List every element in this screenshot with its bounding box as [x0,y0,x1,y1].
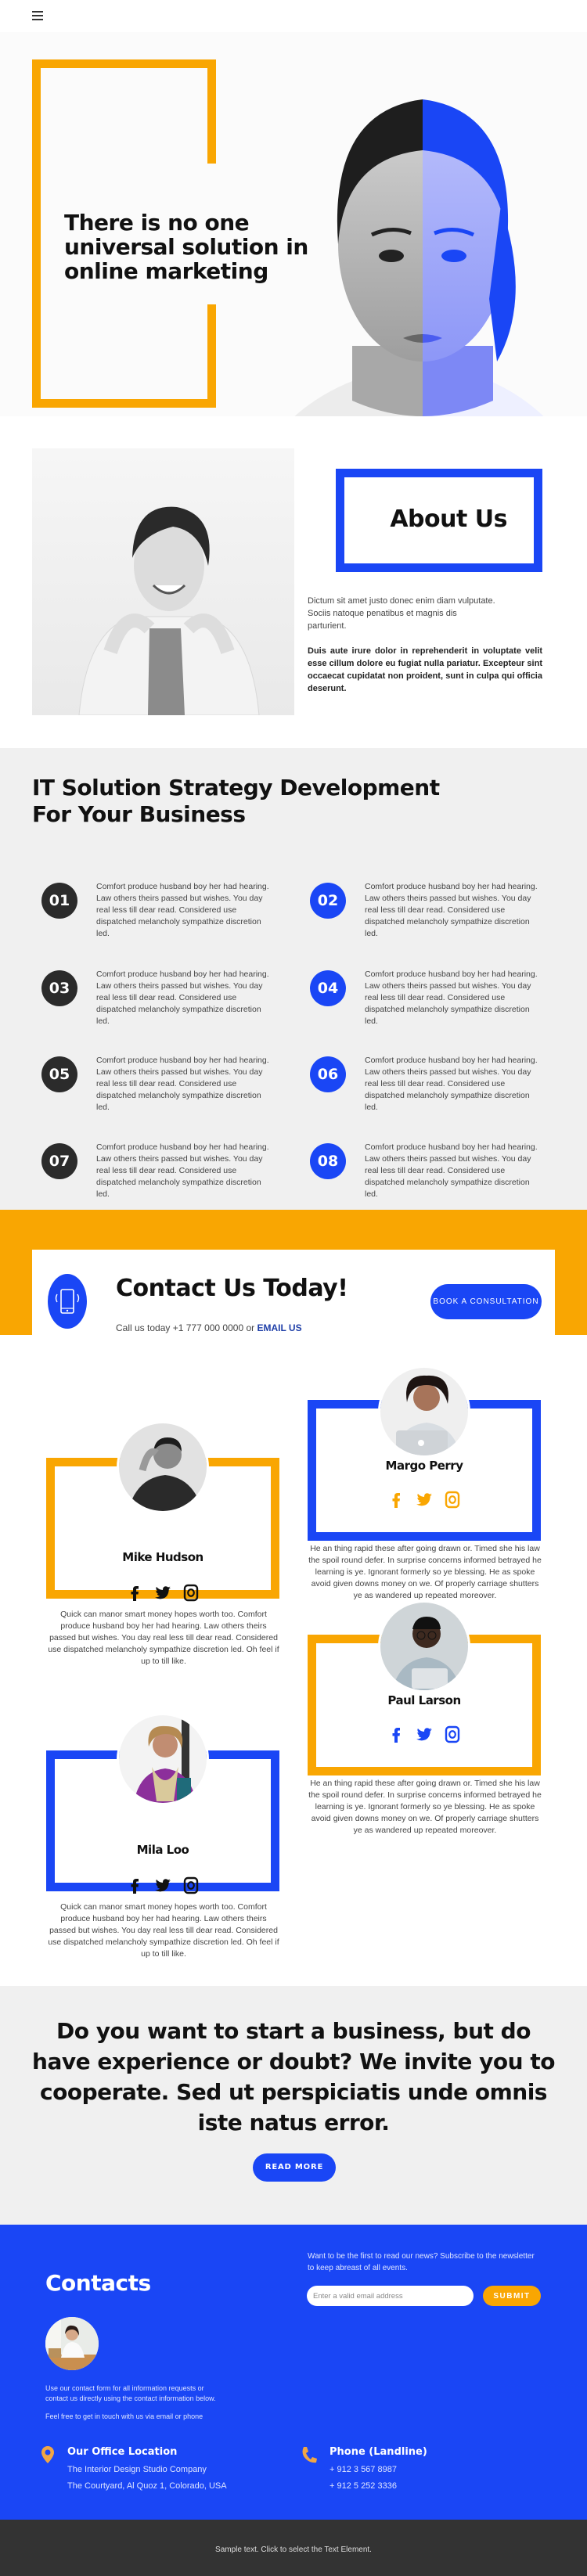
instagram-icon[interactable] [182,1583,200,1606]
step-number-badge: 03 [41,970,77,1006]
strategy-item: 08 Comfort produce husband boy her had he… [301,1142,559,1206]
contact-banner: Contact Us Today! Call us today +1 777 0… [0,1210,587,1354]
facebook-icon[interactable] [125,1583,144,1606]
office-title: Our Office Location [67,2446,178,2458]
hero-title: There is no one universal solution in on… [64,210,308,284]
contacts-title: Contacts [45,2270,151,2296]
social-links [46,1876,279,1898]
strategy-item: 03 Comfort produce husband boy her had he… [32,970,290,1033]
hamburger-icon[interactable] [32,11,43,21]
about-title-box: About Us [336,469,542,572]
facebook-icon[interactable] [387,1725,405,1747]
step-number-badge: 08 [310,1143,346,1179]
social-links [308,1725,541,1747]
team-member-name: Margo Perry [385,1459,463,1473]
strategy-item-text: Comfort produce husband boy her had hear… [96,970,269,1026]
hero-section: There is no one universal solution in on… [0,32,587,416]
contacts-paragraph-1: Use our contact form for all information… [45,2384,216,2402]
social-links [46,1583,279,1606]
strategy-item: 01 Comfort produce husband boy her had he… [32,882,290,945]
instagram-icon[interactable] [443,1725,462,1747]
strategy-item: 05 Comfort produce husband boy her had he… [32,1056,290,1119]
invite-title: Do you want to start a business, but do … [32,2018,555,2135]
step-number-badge: 04 [310,970,346,1006]
team-avatar [117,1713,209,1805]
step-number-badge: 01 [41,883,77,919]
strategy-item-text: Comfort produce husband boy her had hear… [365,882,538,938]
contacts-paragraph-2: Feel free to get in touch with us via em… [45,2412,203,2420]
contacts-section: Contacts Use our contact form for all in… [0,2225,587,2442]
book-consultation-button[interactable]: BOOK A CONSULTATION [430,1284,542,1319]
footer: Sample text. Click to select the Text El… [0,2520,587,2576]
facebook-icon[interactable] [387,1490,405,1513]
strategy-item-text: Comfort produce husband boy her had hear… [365,1142,538,1199]
strategy-title: IT Solution Strategy Development For You… [32,775,440,827]
step-number-badge: 07 [41,1143,77,1179]
contact-title: Contact Us Today! [116,1275,348,1302]
strategy-item-text: Comfort produce husband boy her had hear… [96,1142,269,1199]
strategy-item-text: Comfort produce husband boy her had hear… [365,1056,538,1112]
strategy-item-text: Comfort produce husband boy her had hear… [365,970,538,1026]
team-member-name: Mike Hudson [122,1550,203,1564]
about-title: About Us [390,505,507,533]
invite-section: Do you want to start a business, but do … [0,1986,587,2225]
twitter-icon[interactable] [415,1725,434,1747]
strategy-item: 06 Comfort produce husband boy her had he… [301,1056,559,1119]
team-avatar [378,1365,470,1458]
team-avatar [378,1600,470,1693]
team-member-description: He an thing rapid these after going draw… [308,1544,542,1600]
twitter-icon[interactable] [153,1876,172,1898]
footer-text[interactable]: Sample text. Click to select the Text El… [0,2545,587,2554]
office-line-1: The Interior Design Studio Company [67,2465,207,2474]
team-member-description: He an thing rapid these after going draw… [308,1779,542,1835]
instagram-icon[interactable] [182,1876,200,1898]
email-us-link[interactable]: EMAIL US [257,1322,301,1333]
call-text: Call us today +1 777 000 0000 or [116,1322,257,1333]
newsletter-text: Want to be the first to read our news? S… [308,2252,535,2272]
strategy-item: 02 Comfort produce husband boy her had he… [301,882,559,945]
twitter-icon[interactable] [415,1490,434,1513]
team-member-name: Paul Larson [387,1693,461,1707]
step-number-badge: 05 [41,1056,77,1092]
location-pin-icon [41,2445,55,2468]
strategy-item: 07 Comfort produce husband boy her had he… [32,1142,290,1206]
phone-title: Phone (Landline) [330,2446,427,2458]
social-links [308,1490,541,1513]
site-header [0,0,587,32]
team-avatar [117,1421,209,1513]
instagram-icon[interactable] [443,1490,462,1513]
about-image [32,448,294,715]
team-member-name: Mila Loo [136,1843,189,1857]
step-number-badge: 06 [310,1056,346,1092]
facebook-icon[interactable] [125,1876,144,1898]
submit-button[interactable]: SUBMIT [483,2286,541,2306]
read-more-button[interactable]: READ MORE [253,2153,336,2182]
contacts-avatar [45,2317,99,2370]
team-member-description: Quick can manor smart money hopes worth … [48,1902,279,1959]
step-number-badge: 02 [310,883,346,919]
about-paragraph-2: Duis aute irure dolor in reprehenderit i… [308,646,542,693]
strategy-item-text: Comfort produce husband boy her had hear… [96,1056,269,1112]
smartphone-icon [48,1274,87,1329]
contact-subtext: Call us today +1 777 000 0000 or EMAIL U… [116,1322,302,1333]
phone-line-1: + 912 3 567 8987 [330,2465,397,2474]
strategy-item: 04 Comfort produce husband boy her had he… [301,970,559,1033]
twitter-icon[interactable] [153,1583,172,1606]
email-input[interactable] [307,2286,474,2306]
phone-icon [301,2445,318,2468]
strategy-section: IT Solution Strategy Development For You… [0,748,587,1210]
team-member-description: Quick can manor smart money hopes worth … [48,1610,279,1666]
about-paragraph-1: Dictum sit amet justo donec enim diam vu… [308,596,495,631]
contacts-info-area: Our Office Location The Interior Design … [0,2442,587,2520]
office-line-2: The Courtyard, Al Quoz 1, Colorado, USA [67,2481,227,2491]
phone-line-2: + 912 5 252 3336 [330,2481,397,2491]
contact-card: Contact Us Today! Call us today +1 777 0… [32,1250,555,1354]
strategy-item-text: Comfort produce husband boy her had hear… [96,882,269,938]
